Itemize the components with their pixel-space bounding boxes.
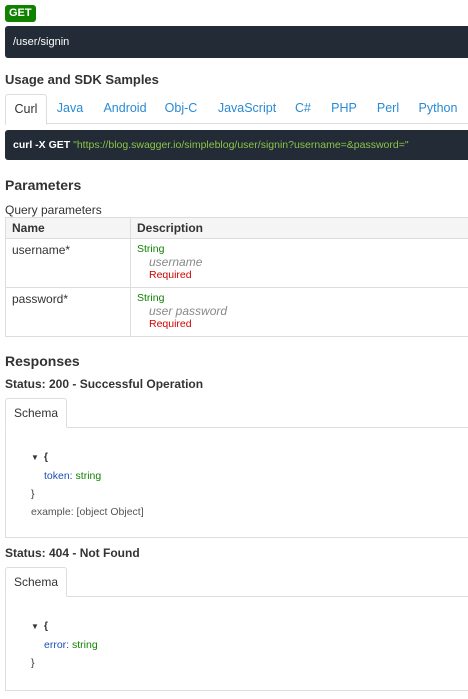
tab-python[interactable]: Python [413, 94, 463, 124]
status-404-heading: Status: 404 - Not Found [5, 546, 140, 560]
response-200-panel: Schema ▼ { token: string } example: [obje… [5, 398, 468, 538]
param-description-cell: String username Required [130, 238, 468, 288]
endpoint-path: /user/signin [13, 36, 70, 48]
curl-url: "https://blog.swagger.io/simpleblog/user… [73, 139, 409, 151]
sdk-tabs: Curl Java Android Obj-C JavaScript C# PH… [5, 94, 468, 125]
param-type: String [137, 243, 165, 255]
responses-heading: Responses [5, 353, 80, 369]
required-label: Required [149, 269, 192, 281]
schema-tab[interactable]: Schema [5, 567, 67, 597]
param-description: user password [149, 304, 228, 318]
table-row: username* String username Required [5, 238, 468, 288]
http-method-badge: GET [5, 5, 36, 22]
param-description-cell: String user password Required [130, 287, 468, 337]
open-brace: { [43, 620, 49, 632]
param-name: password* [5, 287, 131, 337]
close-brace: } [31, 657, 35, 669]
schema-code: ▼ { error: string } [31, 617, 98, 672]
schema-key: error: [44, 639, 70, 651]
schema-type: string [72, 639, 98, 651]
schema-tab[interactable]: Schema [5, 398, 67, 428]
tab-android[interactable]: Android [97, 94, 153, 124]
tab-perl[interactable]: Perl [370, 94, 406, 124]
tab-curl[interactable]: Curl [5, 94, 47, 125]
close-brace: } [31, 488, 35, 500]
status-200-heading: Status: 200 - Successful Operation [5, 377, 204, 391]
endpoint-path-bar[interactable]: /user/signin [5, 26, 468, 58]
usage-heading: Usage and SDK Samples [5, 72, 159, 87]
tab-php[interactable]: PHP [324, 94, 364, 124]
schema-code: ▼ { token: string } example: [object Obje… [31, 448, 144, 521]
param-description: username [149, 255, 203, 269]
column-header-description: Description [130, 217, 468, 239]
param-name: username* [5, 238, 131, 288]
schema-key: token: [44, 470, 73, 482]
column-header-name: Name [5, 217, 131, 239]
parameters-heading: Parameters [5, 177, 82, 193]
tab-javascript[interactable]: JavaScript [211, 94, 283, 124]
parameters-table: Name Description username* String userna… [5, 217, 468, 337]
query-parameters-label: Query parameters [5, 203, 102, 217]
param-type: String [137, 292, 165, 304]
table-row: password* String user password Required [5, 287, 468, 337]
tab-objc[interactable]: Obj-C [158, 94, 204, 124]
collapse-caret-icon[interactable]: ▼ [31, 453, 39, 462]
curl-command: curl -X GET [13, 139, 71, 151]
tab-java[interactable]: Java [49, 94, 91, 124]
schema-example: example: [object Object] [31, 506, 144, 518]
tab-csharp[interactable]: C# [288, 94, 318, 124]
open-brace: { [43, 451, 49, 463]
collapse-caret-icon[interactable]: ▼ [31, 622, 39, 631]
schema-type: string [75, 470, 102, 482]
response-404-panel: Schema ▼ { error: string } [5, 567, 468, 691]
curl-sample[interactable]: curl -X GET "https://blog.swagger.io/sim… [5, 130, 468, 160]
required-label: Required [149, 318, 192, 330]
